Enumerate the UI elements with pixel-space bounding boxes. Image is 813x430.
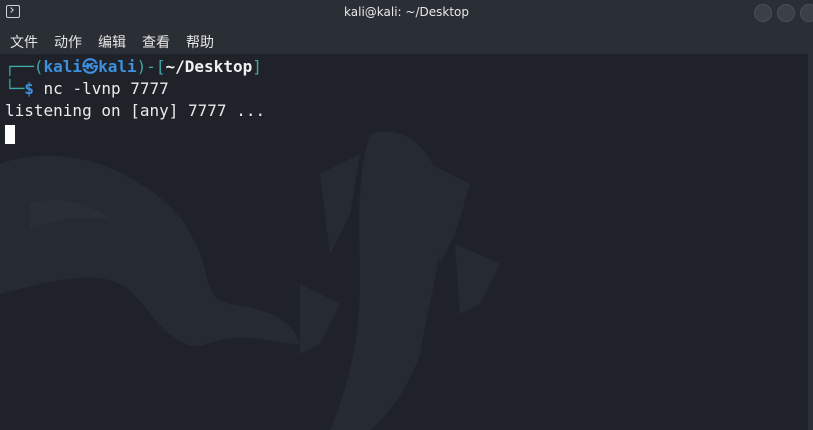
prompt-host: kali — [98, 57, 137, 76]
prompt-user: kali — [43, 57, 83, 76]
menu-view[interactable]: 查看 — [142, 32, 170, 52]
title-bar: kali@kali: ~/Desktop — [0, 0, 813, 26]
prompt-path: ~/Desktop — [165, 57, 253, 76]
prompt-line-1: ┌──(kali㉿kali)-[~/Desktop] — [5, 56, 262, 78]
menu-bar: 文件 动作 编辑 查看 帮助 — [0, 26, 813, 54]
output-line: listening on [any] 7777 ... — [5, 101, 266, 120]
close-button[interactable] — [800, 4, 813, 22]
prompt-bracket-end: ] — [252, 57, 262, 76]
prompt-bracket-mid: )-[ — [136, 57, 166, 76]
menu-file[interactable]: 文件 — [10, 32, 38, 52]
command-text: nc -lvnp 7777 — [33, 79, 169, 98]
window-title: kali@kali: ~/Desktop — [344, 5, 469, 19]
menu-actions[interactable]: 动作 — [54, 32, 82, 52]
menu-help[interactable]: 帮助 — [186, 32, 214, 52]
prompt-line-2: └─$ nc -lvnp 7777 — [5, 78, 169, 100]
prompt-corner-bottom: └─ — [5, 79, 25, 98]
prompt-dollar: $ — [24, 79, 34, 98]
prompt-corner-top: ┌──( — [5, 57, 44, 76]
terminal-area[interactable]: ┌──(kali㉿kali)-[~/Desktop] └─$ nc -lvnp … — [0, 54, 808, 430]
minimize-button[interactable] — [754, 4, 772, 22]
text-cursor — [5, 125, 15, 144]
maximize-button[interactable] — [777, 4, 795, 22]
scrollbar[interactable] — [808, 54, 813, 430]
prompt-separator: ㉿ — [82, 57, 99, 76]
menu-edit[interactable]: 编辑 — [98, 32, 126, 52]
